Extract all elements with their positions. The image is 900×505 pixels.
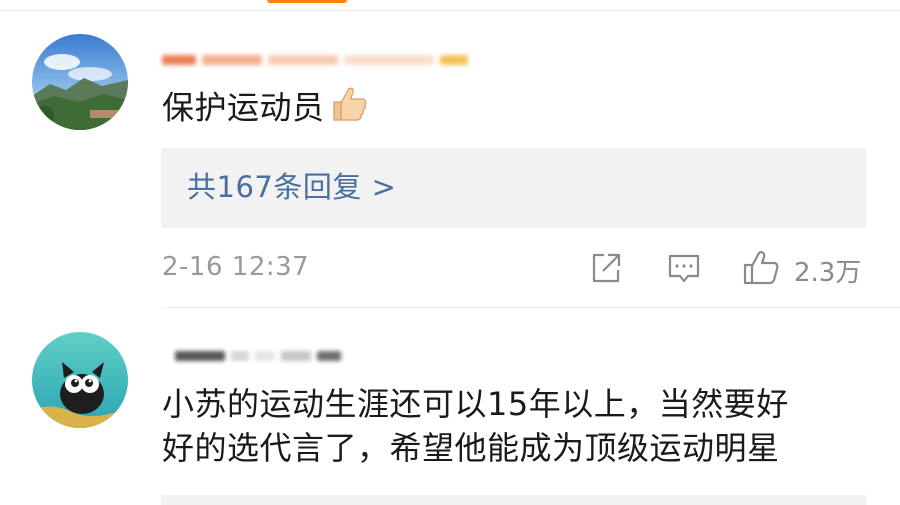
active-tab-indicator bbox=[267, 0, 347, 3]
username-redacted bbox=[162, 54, 468, 66]
comment-line: 好的选代言了，希望他能成为顶级运动明星 bbox=[162, 429, 780, 467]
like-count: 2.3万 bbox=[794, 258, 862, 288]
share-icon[interactable] bbox=[588, 250, 624, 290]
thumbs-up-emoji-icon bbox=[329, 84, 369, 135]
comment-line: 小苏的运动生涯还可以15年以上，当然要好 bbox=[162, 385, 789, 423]
timestamp: 2-16 12:37 bbox=[162, 252, 310, 282]
avatar[interactable] bbox=[32, 34, 128, 130]
avatar[interactable] bbox=[32, 332, 128, 428]
reply-summary-box[interactable] bbox=[161, 495, 866, 505]
comment-meta-row: 2-16 12:37 2.3万 bbox=[162, 248, 866, 288]
reply-summary-box[interactable]: 共167条回复 > bbox=[161, 148, 866, 228]
comment-text: 保护运动员 bbox=[162, 84, 369, 135]
comment-text: 小苏的运动生涯还可以15年以上，当然要好 好的选代言了，希望他能成为顶级运动明星 bbox=[162, 382, 872, 470]
comments-page: 保护运动员 共167条回复 > 2-16 12:37 2.3万 小苏的运动生涯还… bbox=[0, 0, 900, 505]
username-redacted bbox=[175, 350, 341, 362]
comment-divider bbox=[162, 307, 900, 308]
top-divider bbox=[0, 10, 900, 11]
comment-icon[interactable] bbox=[666, 250, 702, 290]
like-icon[interactable] bbox=[742, 250, 780, 290]
view-replies-link[interactable]: 共167条回复 > bbox=[187, 166, 396, 208]
